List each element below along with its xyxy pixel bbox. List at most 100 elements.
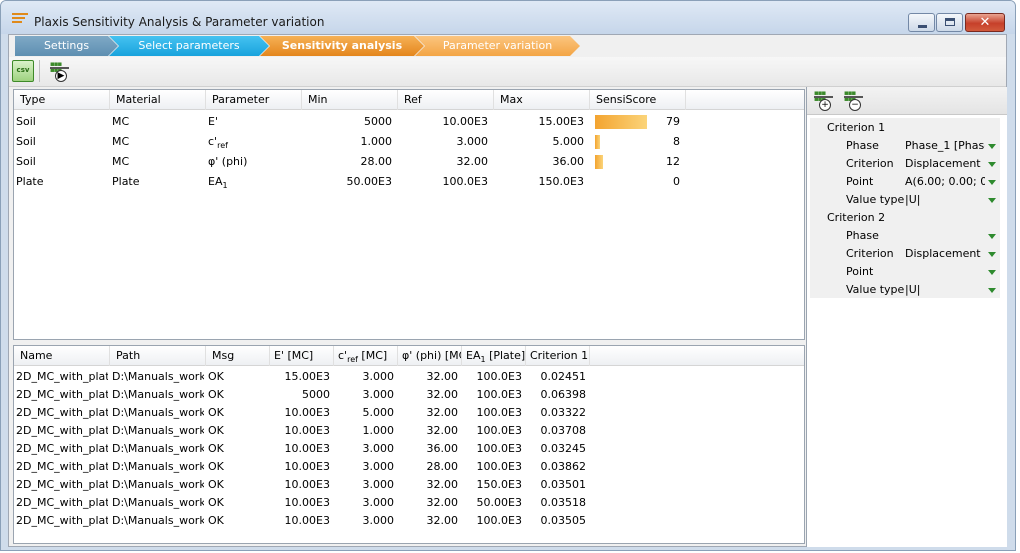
dropdown-arrow-icon[interactable] <box>988 234 996 239</box>
dropdown-arrow-icon[interactable] <box>988 198 996 203</box>
main-toolbar: csv ▪▪▪ ▪▪▪ ▶ <box>9 57 1006 87</box>
cell-c: 3.000 <box>362 370 395 383</box>
cell-ea: 100.0E3 <box>476 442 522 455</box>
step-parameter-variation[interactable]: Parameter variation <box>415 36 580 56</box>
property-value[interactable]: |U| <box>905 191 985 209</box>
col-e-mc[interactable]: E' [MC] <box>270 346 334 366</box>
property-value[interactable]: |U| <box>905 281 985 299</box>
col-phi-mc[interactable]: φ' (phi) [MC] <box>398 346 462 366</box>
table-row[interactable]: 2D_MC_with_plate_ D:\Manuals_work\S OK 10.0… <box>14 404 804 422</box>
property-label: Point <box>846 175 874 188</box>
criterion-property[interactable]: Criterion Displacement <box>810 155 1000 173</box>
criterion-title[interactable]: Criterion 1 <box>827 119 885 137</box>
table-row[interactable]: 2D_MC_with_plate_ D:\Manuals_work\S OK 10.0… <box>14 440 804 458</box>
cell-c: 3.000 <box>362 460 395 473</box>
cell-crit: 0.02451 <box>540 370 587 383</box>
cell-ea: 100.0E3 <box>476 370 522 383</box>
col-ea-plate[interactable]: EA1 [Plate] <box>462 346 526 366</box>
cell-min: 5000 <box>364 115 392 128</box>
cell-min: 28.00 <box>360 155 393 168</box>
cell-crit: 0.03501 <box>540 478 587 491</box>
title-bar[interactable]: Plaxis Sensitivity Analysis & Parameter … <box>1 1 1015 34</box>
dropdown-arrow-icon[interactable] <box>988 144 996 149</box>
cell-min: 1.000 <box>360 135 393 148</box>
cell-e: 10.00E3 <box>284 424 330 437</box>
cell-max: 150.0E3 <box>538 175 584 188</box>
col-max[interactable]: Max <box>494 90 590 110</box>
table-row[interactable]: 2D_MC_with_plate_ D:\Manuals_work\S OK 15.0… <box>14 368 804 386</box>
col-name[interactable]: Name <box>14 346 110 366</box>
property-value[interactable]: Phase_1 [Phase <box>905 137 985 155</box>
table-row[interactable]: Soil MC 28.00 32.00 36.00 φ' (phi) 12 <box>14 152 804 172</box>
table-row[interactable]: 2D_MC_with_plate_ D:\Manuals_work\S OK 10.0… <box>14 494 804 512</box>
criterion-property[interactable]: Phase Phase_1 [Phase <box>810 137 1000 155</box>
close-icon: ✕ <box>979 15 991 30</box>
dropdown-arrow-icon[interactable] <box>988 180 996 185</box>
dropdown-arrow-icon[interactable] <box>988 252 996 257</box>
col-ref[interactable]: Ref <box>398 90 494 110</box>
cell-ref: 10.00E3 <box>442 115 488 128</box>
criterion-group: Criterion 2 Phase Criterion Displacement Poi… <box>810 208 1000 298</box>
criterion-property[interactable]: Phase <box>810 227 1000 245</box>
step-select-parameters[interactable]: Select parameters <box>109 36 269 56</box>
criterion-property[interactable]: Point <box>810 263 1000 281</box>
col-sensiscore[interactable]: SensiScore <box>590 90 686 110</box>
add-criterion-icon: + <box>819 99 831 111</box>
col-criterion-1[interactable]: Criterion 1 <box>526 346 590 366</box>
close-button[interactable]: ✕ <box>965 13 1005 32</box>
csv-export-button[interactable]: csv <box>12 60 34 82</box>
table-row[interactable]: 2D_MC_with_plate_ D:\Manuals_work\S OK 10.0… <box>14 458 804 476</box>
col-c-ref-mc[interactable]: c'ref [MC] <box>334 346 398 366</box>
table-row[interactable]: Plate Plate 50.00E3 100.0E3 150.0E3 EA1 0 <box>14 172 804 192</box>
dropdown-arrow-icon[interactable] <box>988 288 996 293</box>
cell-e: 10.00E3 <box>284 496 330 509</box>
criterion-property[interactable]: Criterion Displacement <box>810 245 1000 263</box>
cell-c: 3.000 <box>362 388 395 401</box>
cell-name: 2D_MC_with_plate_ <box>16 424 108 437</box>
cell-crit: 0.03505 <box>540 514 587 527</box>
table-row[interactable]: 2D_MC_with_plate_ D:\Manuals_work\S OK 10.0… <box>14 422 804 440</box>
step-settings[interactable]: Settings <box>15 36 118 56</box>
cell-ea: 100.0E3 <box>476 424 522 437</box>
minimize-icon <box>918 25 927 28</box>
cell-sensiscore: 79 <box>666 115 680 128</box>
criterion-property[interactable]: Value type |U| <box>810 191 1000 209</box>
table-row[interactable]: 2D_MC_with_plate_ D:\Manuals_work\S OK 10.0… <box>14 512 804 530</box>
col-min[interactable]: Min <box>302 90 398 110</box>
property-value[interactable]: Displacement <box>905 245 985 263</box>
cell-phi: 32.00 <box>426 424 459 437</box>
dropdown-arrow-icon[interactable] <box>988 162 996 167</box>
table-row[interactable]: Soil MC 1.000 3.000 5.000 c'ref 8 <box>14 132 804 152</box>
maximize-button[interactable] <box>936 13 963 32</box>
cell-e: 10.00E3 <box>284 406 330 419</box>
col-c-ref-suffix: [MC] <box>357 349 388 362</box>
minimize-button[interactable] <box>908 13 935 32</box>
param-sub: 1 <box>222 181 228 190</box>
run-calculation-button[interactable]: ▪▪▪ ▪▪▪ ▶ <box>49 60 71 84</box>
remove-criterion-button[interactable]: ▪▪▪ ▪▪▪ − <box>843 89 865 113</box>
col-material[interactable]: Material <box>110 90 206 110</box>
criterion-property[interactable]: Value type |U| <box>810 281 1000 299</box>
table-row[interactable]: 2D_MC_with_plate_ D:\Manuals_work\S OK 10.0… <box>14 476 804 494</box>
cell-msg: OK <box>208 406 224 419</box>
cell-phi: 36.00 <box>426 442 459 455</box>
cell-phi: 32.00 <box>426 370 459 383</box>
table-row[interactable]: Soil MC 5000 10.00E3 15.00E3 E' 79 <box>14 112 804 132</box>
property-value[interactable]: Displacement <box>905 155 985 173</box>
criteria-panel: ▪▪▪ ▪▪▪ + ▪▪▪ ▪▪▪ − Criterion 1 Phase Phas… <box>806 87 1007 547</box>
criterion-title[interactable]: Criterion 2 <box>827 209 885 227</box>
step-sensitivity-analysis[interactable]: Sensitivity analysis <box>260 36 424 56</box>
dropdown-arrow-icon[interactable] <box>988 270 996 275</box>
property-label: Value type <box>846 283 905 296</box>
col-path[interactable]: Path <box>110 346 206 366</box>
table-row[interactable]: 2D_MC_with_plate_ D:\Manuals_work\S OK 5000… <box>14 386 804 404</box>
col-type[interactable]: Type <box>14 90 110 110</box>
col-parameter[interactable]: Parameter <box>206 90 302 110</box>
add-criterion-button[interactable]: ▪▪▪ ▪▪▪ + <box>813 89 835 113</box>
cell-msg: OK <box>208 388 224 401</box>
col-msg[interactable]: Msg <box>206 346 270 366</box>
property-value[interactable]: A(6.00; 0.00; 0. <box>905 173 985 191</box>
criterion-property[interactable]: Point A(6.00; 0.00; 0. <box>810 173 1000 191</box>
cell-max: 36.00 <box>552 155 585 168</box>
param-base: EA <box>208 175 223 188</box>
